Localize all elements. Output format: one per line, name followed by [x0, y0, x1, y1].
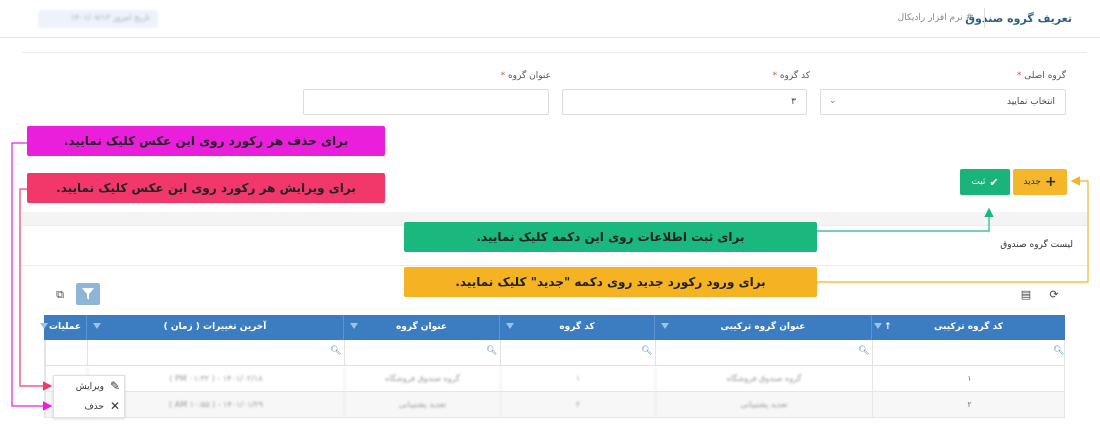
main-group-select[interactable]: انتخاب نمایید ⌄: [820, 89, 1066, 115]
top-bar: تعریف گروه صندوق # نرم افزار رادیکال تار…: [0, 0, 1100, 38]
list-title: لیست گروه صندوق: [1000, 240, 1073, 250]
save-button[interactable]: ✔ ثبت: [960, 169, 1010, 195]
col-header-label: عملیات: [49, 322, 81, 332]
search-icon: 🔍︎: [858, 346, 870, 356]
delete-menu-item[interactable]: ✕ حذف: [54, 397, 124, 417]
col-header-label: عنوان گروه: [395, 322, 448, 332]
cell-group-title: گروه صندوق فروشگاه: [344, 366, 500, 391]
new-button[interactable]: + جدید: [1013, 169, 1067, 195]
date-pill: تاریخ امروز ۱۴۰۱/۰۷/۱۳: [38, 10, 158, 28]
close-icon: ✕: [109, 399, 120, 413]
cell-combined-title: گروه صندوق فروشگاه: [655, 366, 872, 391]
filter-cell-combined-title[interactable]: 🔍︎: [655, 340, 872, 365]
plus-icon: +: [1044, 174, 1057, 190]
delete-callout: برای حذف هر رکورد روی این عکس کلیک نمایی…: [27, 126, 385, 156]
row-context-menu: ✎ ویرایش ✕ حذف: [53, 375, 125, 418]
cell-last-change: ۱۴۰۱/۰۲/۱۸ - ( PM ۰۱:۳۲ ): [87, 366, 344, 391]
chevron-down-icon: ⌄: [829, 96, 837, 106]
refresh-icon[interactable]: ⟳: [1046, 287, 1062, 303]
search-icon: 🔍︎: [1053, 346, 1065, 356]
cell-combined-title: تعدید پشتیبانی: [655, 392, 872, 417]
col-header-last-change[interactable]: آخرین تغییرات ( زمان ): [86, 315, 343, 340]
cell-group-code: ۲: [500, 392, 655, 417]
filter-cell-combined-code[interactable]: 🔍︎: [872, 340, 1066, 365]
cell-group-code: ۱: [500, 366, 655, 391]
group-title-label: عنوان گروه *: [501, 71, 551, 81]
col-header-label: کد گروه ترکیبی: [933, 322, 1004, 332]
group-code-label: کد گروه *: [772, 71, 810, 81]
grid-header: کد گروه ترکیبی ↑ عنوان گروه ترکیبی کد گر…: [40, 315, 1065, 340]
export-icon[interactable]: ⧉: [52, 287, 68, 303]
filter-cell-last-change[interactable]: 🔍︎: [87, 340, 344, 365]
cell-last-change: ۱۴۰۱/۰۱/۲۹ - ( AM ۱۰:۵۵ ): [87, 392, 344, 417]
sort-asc-icon: ↑: [884, 322, 892, 332]
col-header-operations: عملیات: [40, 315, 86, 340]
edit-callout: برای ویرایش هر رکورد روی این عکس کلیک نم…: [27, 173, 385, 203]
main-group-label-text: گروه اصلی: [1024, 71, 1066, 81]
edit-menu-label: ویرایش: [75, 382, 104, 392]
required-mark: *: [1016, 71, 1022, 81]
main-group-label: گروه اصلی *: [1017, 71, 1066, 81]
filter-cell-group-code[interactable]: 🔍︎: [500, 340, 655, 365]
funnel-icon: [82, 288, 94, 300]
col-header-label: آخرین تغییرات ( زمان ): [163, 322, 267, 332]
column-chooser-icon[interactable]: ▤: [1018, 287, 1034, 303]
table-row[interactable]: ۱ گروه صندوق فروشگاه ۱ گروه صندوق فروشگا…: [44, 366, 1065, 392]
breadcrumb[interactable]: # نرم افزار رادیکال: [898, 13, 973, 23]
col-header-combined-title[interactable]: عنوان گروه ترکیبی: [654, 315, 871, 340]
filter-toggle-button[interactable]: [76, 283, 100, 305]
column-filter-icon[interactable]: [506, 323, 514, 329]
save-callout: برای ثبت اطلاعات روی این دکمه کلیک نمایی…: [404, 222, 817, 252]
new-button-label: جدید: [1023, 177, 1041, 187]
column-filter-icon[interactable]: [661, 323, 669, 329]
filter-cell-group-title[interactable]: 🔍︎: [344, 340, 500, 365]
col-header-label: عنوان گروه ترکیبی: [720, 322, 806, 332]
form-top-strip: [22, 39, 1087, 53]
filter-row: 🔍︎ 🔍︎ 🔍︎ 🔍︎ 🔍︎: [44, 340, 1065, 366]
required-mark: *: [500, 71, 506, 81]
col-header-group-title[interactable]: عنوان گروه: [343, 315, 499, 340]
col-header-group-code[interactable]: کد گروه: [499, 315, 654, 340]
search-icon: 🔍︎: [486, 346, 498, 356]
search-icon: 🔍︎: [641, 346, 653, 356]
column-filter-icon[interactable]: [874, 323, 882, 329]
delete-menu-label: حذف: [84, 402, 104, 412]
cell-combined-code: ۱: [872, 366, 1066, 391]
new-connector: [817, 176, 1089, 283]
col-header-combined-code[interactable]: کد گروه ترکیبی ↑: [871, 315, 1065, 340]
column-filter-icon[interactable]: [93, 323, 101, 329]
table-row[interactable]: ۲ تعدید پشتیبانی ۲ تعدید پشتیبانی ۱۴۰۱/۰…: [44, 392, 1065, 418]
required-mark: *: [772, 71, 777, 81]
pencil-icon: ✎: [109, 379, 120, 393]
save-button-label: ثبت: [971, 177, 986, 187]
group-code-input[interactable]: ۳: [562, 89, 807, 115]
filter-cell-operations: [45, 340, 87, 365]
group-title-input[interactable]: [303, 89, 549, 115]
check-icon: ✔: [989, 175, 999, 189]
page-title: تعریف گروه صندوق: [965, 12, 1072, 25]
group-title-label-text: عنوان گروه: [507, 71, 551, 81]
group-code-value: ۳: [791, 97, 796, 107]
col-header-label: کد گروه: [559, 322, 595, 332]
cell-combined-code: ۲: [872, 392, 1066, 417]
column-filter-icon[interactable]: [40, 323, 48, 329]
cell-group-title: تعدید پشتیبانی: [344, 392, 500, 417]
list-divider: [22, 265, 1087, 266]
column-filter-icon[interactable]: [350, 323, 358, 329]
edit-menu-item[interactable]: ✎ ویرایش: [54, 377, 124, 397]
date-pill-text: تاریخ امروز ۱۴۰۱/۰۷/۱۳: [70, 13, 150, 22]
group-code-label-text: کد گروه: [779, 71, 810, 81]
search-icon: 🔍︎: [330, 346, 342, 356]
title-divider: [984, 8, 985, 28]
app-root: تعریف گروه صندوق # نرم افزار رادیکال تار…: [0, 0, 1100, 433]
main-group-select-value: انتخاب نمایید: [1006, 97, 1055, 107]
new-callout: برای ورود رکورد جدید روی دکمه "جدید" کلی…: [404, 267, 817, 297]
